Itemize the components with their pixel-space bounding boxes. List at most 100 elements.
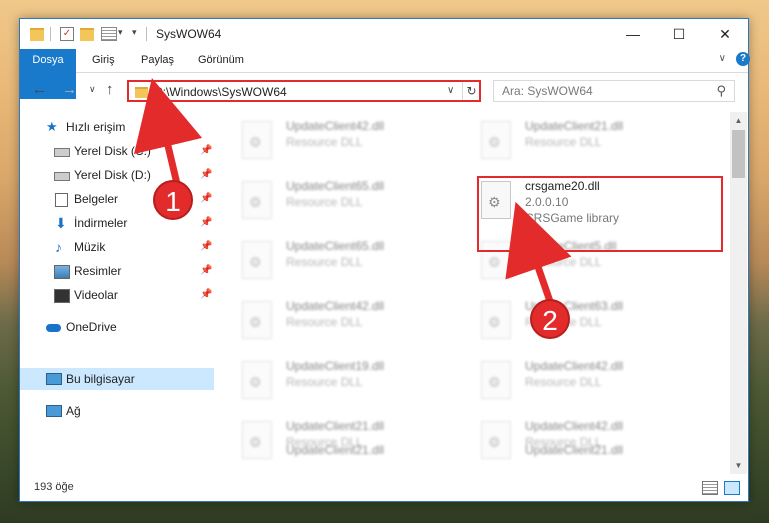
- list-item[interactable]: ⚙ UpdateClient65.dll Resource DLL: [242, 239, 462, 289]
- file-list: ⚙ UpdateClient42.dll Resource DLL ⚙ Upda…: [220, 112, 730, 474]
- dll-file-icon: ⚙: [242, 241, 272, 279]
- divider: [50, 27, 51, 41]
- dll-file-icon: ⚙: [481, 121, 511, 159]
- pin-icon[interactable]: 📌: [200, 236, 212, 258]
- file-name: crsgame20.dll: [525, 179, 600, 193]
- list-item[interactable]: UpdateClient21.dll: [481, 443, 701, 474]
- file-name: UpdateClient65.dll: [286, 239, 385, 253]
- help-icon[interactable]: ?: [736, 52, 750, 66]
- file-name: UpdateClient21.dll: [286, 419, 385, 433]
- address-bar[interactable]: C:\Windows\SysWOW64 ∨ ↻: [127, 80, 481, 102]
- up-button[interactable]: ↑: [106, 81, 114, 98]
- refresh-button[interactable]: ↻: [462, 82, 480, 100]
- sidebar-item-pictures[interactable]: Resimler 📌: [20, 260, 214, 282]
- gear-icon: ⚙: [249, 374, 262, 390]
- gear-icon: ⚙: [488, 314, 501, 330]
- list-item[interactable]: ⚙ UpdateClient63.dll Resource DLL: [481, 299, 701, 349]
- chevron-down-icon[interactable]: ▾: [118, 27, 123, 43]
- pin-icon[interactable]: 📌: [200, 188, 212, 210]
- sidebar-item-videos[interactable]: Videolar 📌: [20, 284, 214, 306]
- minimize-button[interactable]: —: [610, 19, 656, 49]
- sidebar-item-local-disk-c[interactable]: Yerel Disk (C:) 📌: [20, 140, 214, 162]
- scroll-thumb[interactable]: [732, 130, 745, 178]
- file-name: UpdateClient42.dll: [525, 359, 624, 373]
- details-view-icon[interactable]: [702, 481, 718, 495]
- explorer-window: ✓ ▾ ▾ SysWOW64 — ☐ ✕ Dosya Giriş Paylaş …: [19, 18, 750, 502]
- dll-file-icon: ⚙: [242, 301, 272, 339]
- file-description: Resource DLL: [525, 135, 602, 149]
- customize-toolbar-icon[interactable]: ▾: [132, 27, 137, 43]
- pin-icon[interactable]: 📌: [200, 284, 212, 306]
- list-item[interactable]: ⚙ UpdateClient21.dll Resource DLL: [481, 119, 701, 169]
- sidebar-item-label: Videolar: [74, 288, 118, 302]
- sidebar-item-network[interactable]: Ağ: [20, 400, 214, 422]
- file-name: UpdateClient65.dll: [286, 179, 385, 193]
- divider: [146, 27, 147, 41]
- sidebar-item-music[interactable]: ♪ Müzik 📌: [20, 236, 214, 258]
- back-button[interactable]: ←: [32, 81, 47, 98]
- this-pc-icon: [46, 373, 62, 385]
- pin-icon[interactable]: 📌: [200, 212, 212, 234]
- drive-icon: [54, 172, 70, 181]
- scroll-up-icon[interactable]: ▲: [730, 112, 747, 129]
- downloads-icon: ⬇: [55, 215, 67, 231]
- sidebar-item-quick-access[interactable]: ★ Hızlı erişim: [20, 116, 214, 138]
- window-title: SysWOW64: [156, 27, 222, 41]
- sidebar-item-onedrive[interactable]: OneDrive: [20, 316, 214, 338]
- search-input[interactable]: Ara: SysWOW64 ⚲: [493, 80, 735, 102]
- list-item[interactable]: ⚙ UpdateClient19.dll Resource DLL: [242, 359, 462, 409]
- vertical-scrollbar[interactable]: ▲ ▼: [730, 112, 747, 474]
- file-version: 2.0.0.10: [525, 195, 569, 209]
- file-description: Resource DLL: [286, 375, 363, 389]
- file-name: UpdateClient42.dll: [525, 419, 624, 433]
- gear-icon: ⚙: [488, 374, 501, 390]
- sidebar-item-this-pc[interactable]: Bu bilgisayar: [20, 368, 214, 390]
- title-bar: ✓ ▾ ▾ SysWOW64 — ☐ ✕: [20, 19, 748, 49]
- folder-icon[interactable]: [30, 28, 44, 41]
- dll-file-icon: ⚙: [481, 181, 511, 219]
- file-name: UpdateClient42.dll: [286, 299, 385, 313]
- large-icons-view-icon[interactable]: [724, 481, 740, 495]
- file-name: UpdateClient21.dll: [525, 119, 624, 133]
- list-item[interactable]: ⚙ UpdateClient65.dll Resource DLL: [242, 179, 462, 229]
- maximize-button[interactable]: ☐: [656, 19, 702, 49]
- close-button[interactable]: ✕: [702, 19, 748, 49]
- address-path[interactable]: C:\Windows\SysWOW64: [154, 85, 287, 99]
- expand-ribbon-icon[interactable]: ∨: [719, 53, 726, 64]
- sidebar-item-label: İndirmeler: [74, 216, 128, 230]
- tab-view[interactable]: Görünüm: [198, 49, 244, 72]
- tab-share[interactable]: Paylaş: [141, 49, 174, 72]
- file-description: Resource DLL: [286, 315, 363, 329]
- item-count: 193 öğe: [34, 481, 74, 493]
- list-item-crsgame20[interactable]: ⚙ crsgame20.dll 2.0.0.10 CRSGame library: [481, 179, 701, 229]
- pin-icon[interactable]: 📌: [200, 260, 212, 282]
- search-icon[interactable]: ⚲: [716, 83, 726, 99]
- chevron-down-icon[interactable]: ∨: [447, 85, 454, 96]
- dll-file-icon: ⚙: [481, 361, 511, 399]
- forward-button[interactable]: →: [62, 81, 77, 98]
- properties-check-icon[interactable]: ✓: [60, 27, 74, 41]
- list-item[interactable]: ⚙ UpdateClient42.dll Resource DLL: [481, 359, 701, 409]
- drive-icon: [54, 148, 70, 157]
- pin-icon[interactable]: 📌: [200, 140, 212, 162]
- list-item[interactable]: ⚙ UpdateClient42.dll Resource DLL: [242, 299, 462, 349]
- ribbon-tabs: Dosya Giriş Paylaş Görünüm ∨ ?: [20, 49, 750, 99]
- gear-icon: ⚙: [488, 194, 501, 210]
- list-item[interactable]: ⚙ UpdateClient5.dll Resource DLL: [481, 239, 701, 289]
- list-item[interactable]: UpdateClient21.dll: [242, 443, 462, 474]
- scroll-down-icon[interactable]: ▼: [730, 457, 747, 474]
- dll-file-icon: ⚙: [481, 241, 511, 279]
- dll-file-icon: ⚙: [481, 301, 511, 339]
- pictures-icon: [54, 265, 70, 279]
- gear-icon: ⚙: [488, 134, 501, 150]
- gear-icon: ⚙: [249, 194, 262, 210]
- network-icon: [46, 405, 62, 417]
- list-item[interactable]: ⚙ UpdateClient42.dll Resource DLL: [242, 119, 462, 169]
- view-properties-icon[interactable]: [101, 27, 117, 41]
- sidebar-item-local-disk-d[interactable]: Yerel Disk (D:) 📌: [20, 164, 214, 186]
- pin-icon[interactable]: 📌: [200, 164, 212, 186]
- sidebar-item-label: Belgeler: [74, 192, 119, 206]
- recent-locations-button[interactable]: ∨: [89, 84, 96, 95]
- new-folder-icon[interactable]: [80, 28, 94, 41]
- tab-home[interactable]: Giriş: [92, 49, 115, 72]
